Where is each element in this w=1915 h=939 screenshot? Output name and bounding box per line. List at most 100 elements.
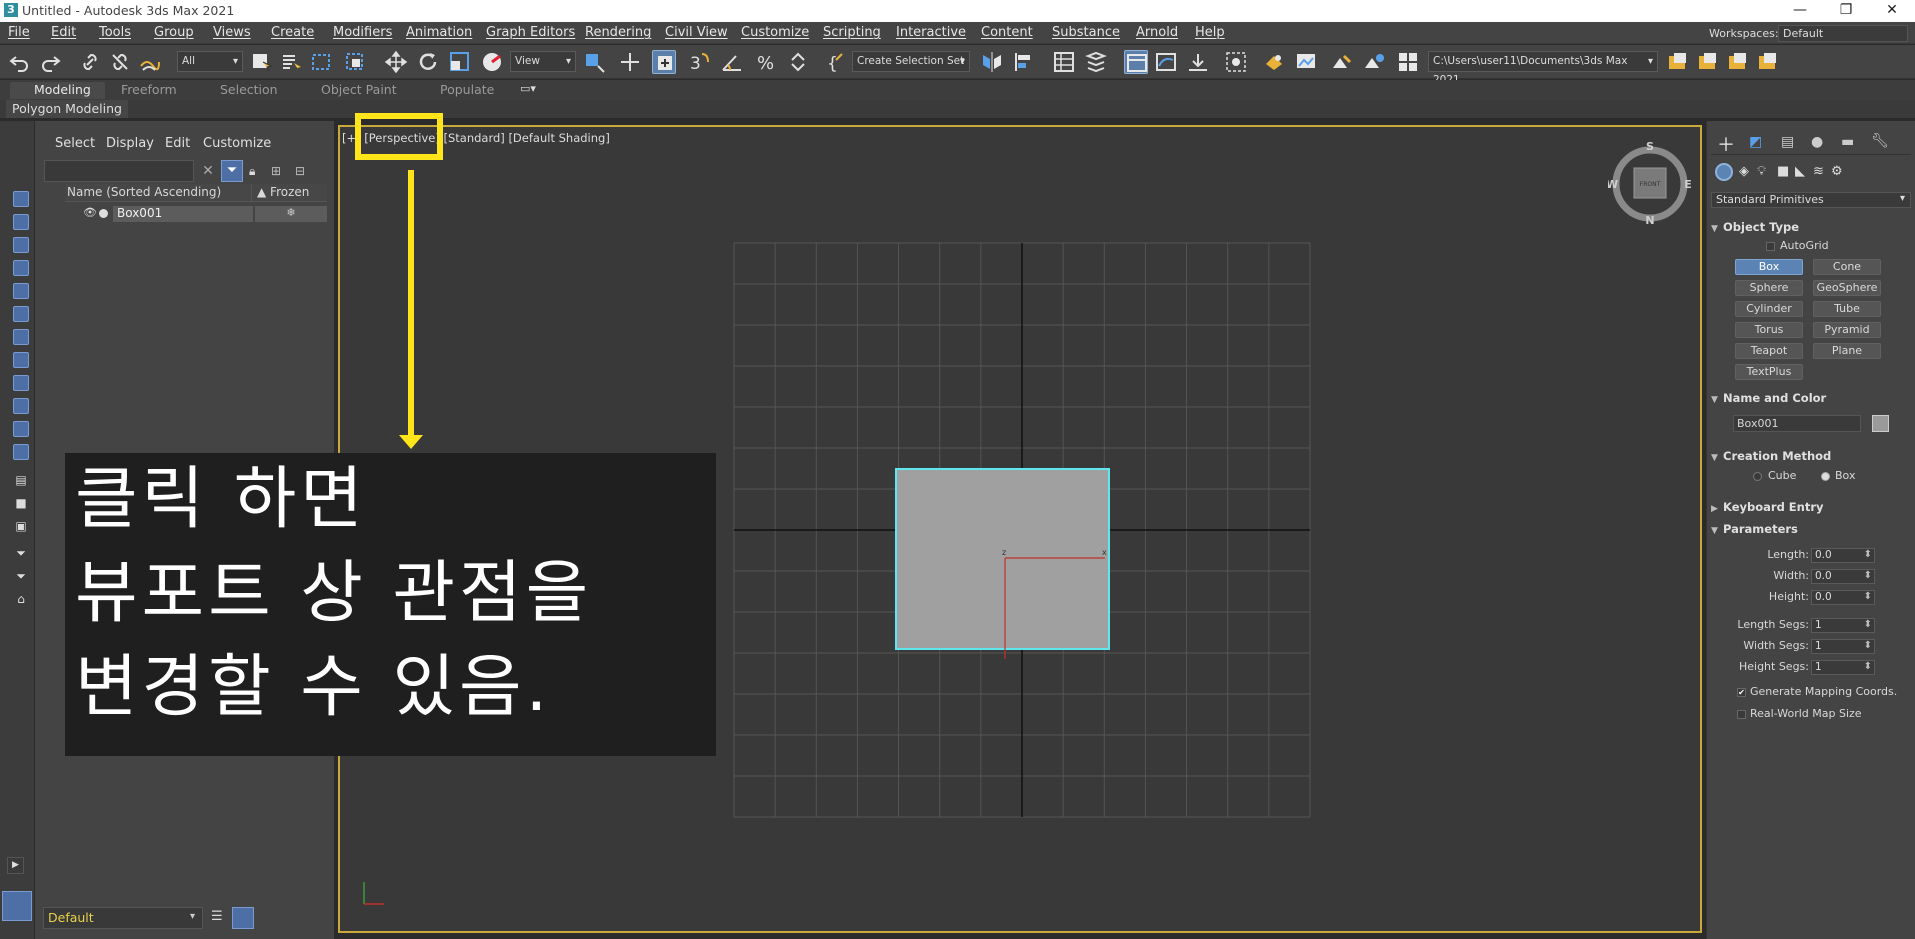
display-shapes-icon[interactable]: [13, 214, 29, 230]
ribbon-options-icon[interactable]: ▭▾: [520, 82, 536, 95]
rollout-creation-method[interactable]: ▼ Creation Method: [1711, 449, 1911, 467]
primitive-category-dropdown[interactable]: Standard Primitives: [1711, 192, 1911, 208]
display-spacewarps-icon[interactable]: [13, 306, 29, 322]
col-frozen-header[interactable]: ▲ Frozen: [257, 185, 309, 199]
move-icon[interactable]: [384, 50, 408, 74]
project-path-dropdown[interactable]: C:\Users\user11\Documents\3ds Max 2021: [1428, 51, 1658, 86]
table-row[interactable]: 👁︎ Box001 ❄: [65, 206, 327, 222]
plane-button[interactable]: Plane: [1813, 343, 1881, 359]
schematic-view-icon[interactable]: [1186, 50, 1210, 74]
create-tab-icon[interactable]: ＋: [1717, 131, 1735, 157]
window-crossing-icon[interactable]: [344, 50, 368, 74]
menu-create[interactable]: Create: [271, 25, 314, 40]
display-cameras-icon[interactable]: [13, 260, 29, 276]
display-containers-icon[interactable]: [13, 398, 29, 414]
menu-group[interactable]: Group: [154, 25, 194, 40]
toggle-scene-explorer-icon[interactable]: [1084, 50, 1108, 74]
hierarchy-tab-icon[interactable]: ▤: [1781, 134, 1794, 150]
mirror-icon[interactable]: [980, 50, 1004, 74]
scene-tab-edit[interactable]: Edit: [165, 136, 190, 151]
display-hidden-icon[interactable]: [13, 444, 29, 460]
shapes-category-icon[interactable]: ◈: [1739, 164, 1749, 179]
modify-tab-icon[interactable]: ◩: [1749, 134, 1762, 150]
menu-interactive[interactable]: Interactive: [896, 25, 966, 40]
object-name[interactable]: Box001: [113, 206, 253, 222]
pivot-center-icon[interactable]: [582, 50, 606, 74]
col-name-header[interactable]: Name (Sorted Ascending): [67, 185, 221, 199]
tab-populate[interactable]: Populate: [440, 82, 494, 97]
sphere-button[interactable]: Sphere: [1735, 280, 1803, 296]
filter-icon[interactable]: ⏷: [13, 545, 29, 561]
display-xrefs-icon[interactable]: [13, 352, 29, 368]
height-spinner[interactable]: 0.0: [1811, 590, 1875, 605]
gen-mapping-checkbox[interactable]: ✔: [1737, 688, 1746, 697]
tab-object-paint[interactable]: Object Paint: [321, 82, 397, 97]
object-name-field[interactable]: Box001: [1733, 415, 1861, 432]
filter-toggle-icon[interactable]: ⏷: [13, 568, 29, 584]
display-all-icon[interactable]: ▤: [13, 472, 29, 488]
select-manipulate-icon[interactable]: [618, 50, 642, 74]
length-segs-spinner[interactable]: 1: [1811, 618, 1875, 633]
snaps-toggle-icon[interactable]: 3: [688, 50, 712, 74]
tab-selection[interactable]: Selection: [220, 82, 278, 97]
menu-help[interactable]: Help: [1195, 25, 1225, 40]
rendered-frame-window-icon[interactable]: [1294, 50, 1318, 74]
bind-space-warp-icon[interactable]: [138, 50, 162, 74]
spacewarps-category-icon[interactable]: ≋: [1813, 164, 1824, 179]
display-tab-icon[interactable]: ▬: [1841, 134, 1854, 150]
rollout-parameters[interactable]: ▼ Parameters: [1711, 522, 1911, 540]
rollout-keyboard-entry[interactable]: ▶ Keyboard Entry: [1711, 500, 1911, 518]
menu-arnold[interactable]: Arnold: [1136, 25, 1178, 40]
cylinder-button[interactable]: Cylinder: [1735, 301, 1803, 317]
scale-icon[interactable]: [448, 50, 472, 74]
display-invert-icon[interactable]: ▣: [13, 518, 29, 534]
a360-gallery-icon[interactable]: [1396, 50, 1420, 74]
cone-button[interactable]: Cone: [1813, 259, 1881, 275]
tube-button[interactable]: Tube: [1813, 301, 1881, 317]
menu-graph-editors[interactable]: Graph Editors: [486, 25, 575, 40]
clear-search-icon[interactable]: ✕: [199, 160, 217, 182]
layer-dropdown-arrow-icon[interactable]: ▾: [190, 911, 195, 922]
menu-content[interactable]: Content: [981, 25, 1033, 40]
scene-tab-display[interactable]: Display: [106, 136, 154, 151]
lock-icon[interactable]: 🔒︎: [249, 164, 263, 180]
menu-edit[interactable]: Edit: [51, 25, 76, 40]
minimize-button[interactable]: —: [1777, 0, 1823, 22]
width-segs-spinner[interactable]: 1: [1811, 639, 1875, 654]
geometry-category-icon[interactable]: [1715, 163, 1733, 181]
display-geometry-icon[interactable]: [13, 191, 29, 207]
menu-animation[interactable]: Animation: [406, 25, 472, 40]
box-radio[interactable]: [1821, 472, 1830, 481]
tab-freeform[interactable]: Freeform: [121, 82, 177, 97]
menu-scripting[interactable]: Scripting: [823, 25, 881, 40]
display-none-icon[interactable]: ■: [13, 495, 29, 511]
angle-snap-icon[interactable]: [720, 50, 744, 74]
display-frozen-icon[interactable]: [13, 421, 29, 437]
display-helpers-icon[interactable]: [13, 283, 29, 299]
open-project-icon[interactable]: [1696, 50, 1720, 74]
align-icon[interactable]: [1012, 50, 1036, 74]
menu-civil-view[interactable]: Civil View: [665, 25, 728, 40]
expand-play-icon[interactable]: ▶: [7, 857, 24, 874]
rollout-name-and-color[interactable]: ▼ Name and Color: [1711, 391, 1911, 409]
textplus-button[interactable]: TextPlus: [1735, 364, 1803, 380]
utilities-tab-icon[interactable]: 🔧︎: [1871, 133, 1889, 149]
project-folder-icon[interactable]: [1666, 50, 1690, 74]
undo-icon[interactable]: [8, 50, 32, 74]
menu-modifiers[interactable]: Modifiers: [333, 25, 392, 40]
find-filter-icon[interactable]: ⏷: [221, 160, 243, 182]
display-lights-icon[interactable]: [13, 237, 29, 253]
height-segs-spinner[interactable]: 1: [1811, 660, 1875, 675]
create-project-icon[interactable]: [1726, 50, 1750, 74]
dropdown-arrow-icon[interactable]: ▾: [1900, 193, 1905, 204]
menu-file[interactable]: File: [8, 25, 30, 40]
viewport-shading-label[interactable]: [Standard] [Default Shading]: [444, 131, 610, 145]
layer-explorer-icon[interactable]: [1052, 50, 1076, 74]
tab-modeling[interactable]: Modeling: [10, 82, 105, 99]
real-world-map-checkbox[interactable]: [1737, 710, 1746, 719]
hierarchy-icon[interactable]: ⊞: [271, 164, 287, 180]
render-production-icon[interactable]: [1330, 50, 1354, 74]
select-object-icon[interactable]: [250, 50, 274, 74]
menu-views[interactable]: Views: [213, 25, 251, 40]
cube-radio[interactable]: [1753, 472, 1762, 481]
